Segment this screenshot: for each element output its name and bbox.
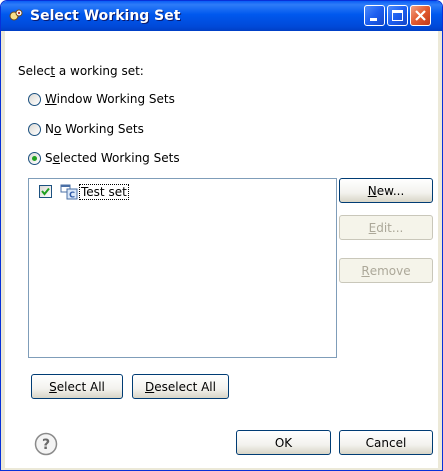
prompt-label: Select a working set: [18,64,144,78]
option-label-selected[interactable]: Selected Working Sets [45,151,180,165]
java-working-set-icon: C [60,184,78,200]
minimize-button[interactable] [364,5,385,26]
eclipse-working-set-icon [9,9,23,21]
ok-button[interactable]: OK [236,430,331,455]
check-icon [41,187,50,196]
title-bar[interactable]: Select Working Set [1,1,442,31]
svg-text:C: C [69,191,75,200]
help-icon[interactable]: ? [34,432,58,456]
option-label-window[interactable]: Window Working Sets [45,92,175,106]
close-icon [415,10,426,21]
dialog-window: Select Working Set Select a working set:… [0,0,443,471]
test-set-label[interactable]: Test set [79,184,129,200]
window-title: Select Working Set [30,8,181,24]
remove-button[interactable]: Remove [339,258,433,283]
radio-window-working-sets[interactable] [28,93,41,106]
radio-selected-working-sets[interactable] [28,152,41,165]
svg-text:?: ? [42,437,50,453]
edit-button[interactable]: Edit... [339,215,433,240]
test-set-checkbox[interactable] [39,185,52,198]
cancel-button[interactable]: Cancel [339,430,433,455]
maximize-icon [392,10,403,21]
new-button[interactable]: New... [339,178,433,203]
minimize-icon [370,18,377,21]
option-label-no[interactable]: No Working Sets [45,122,144,136]
radio-selected-dot [32,156,37,161]
close-button[interactable] [410,5,431,26]
radio-no-working-sets[interactable] [28,123,41,136]
maximize-button[interactable] [387,5,408,26]
working-set-list[interactable]: C Test set [28,178,337,358]
deselect-all-button[interactable]: Deselect All [132,374,229,399]
dialog-content: Select a working set: Window Working Set… [5,31,438,468]
select-all-button[interactable]: Select All [31,374,123,399]
